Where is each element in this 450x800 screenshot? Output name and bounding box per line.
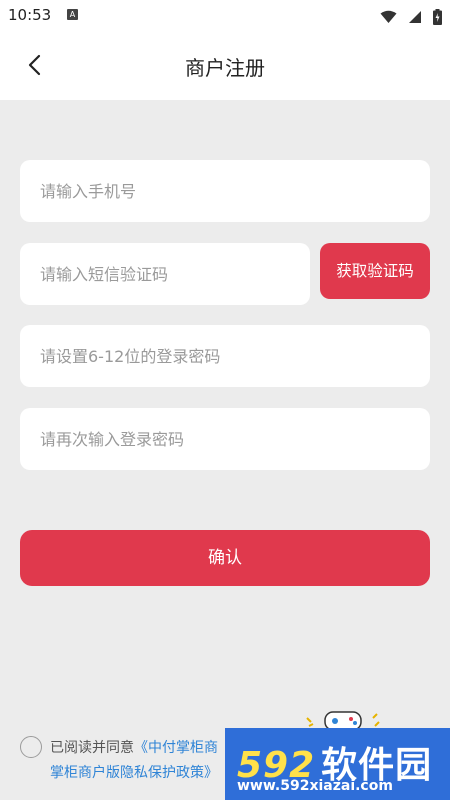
merchant-agreement-link[interactable]: 《中付掌柜商 [134,740,218,756]
site-watermark: 592 软件园 www.592xiazai.com [225,728,450,800]
phone-field[interactable] [20,160,430,222]
app-header: 商户注册 [0,30,450,100]
notification-a-icon: A [67,9,78,20]
system-icons [374,6,442,25]
status-time: 10:53 [8,6,52,24]
privacy-policy-link[interactable]: 掌柜商户版隐私保护政策》 [50,765,218,781]
phone-input[interactable] [20,160,430,222]
password-input[interactable] [20,325,430,387]
sms-code-input[interactable] [20,243,310,305]
confirm-button[interactable]: 确认 [20,530,430,586]
wifi-icon [380,10,397,23]
watermark-url: www.592xiazai.com [237,778,393,794]
battery-charging-icon [433,8,442,25]
password-field[interactable] [20,325,430,387]
page-title: 商户注册 [185,56,265,80]
agreement-radio[interactable] [20,736,42,758]
agreement-prefix: 已阅读并同意 [50,740,134,756]
confirm-password-input[interactable] [20,408,430,470]
status-bar: 10:53 A [0,0,450,30]
get-code-button[interactable]: 获取验证码 [320,243,430,299]
signal-icon [408,10,421,23]
sms-code-field[interactable] [20,243,310,305]
confirm-password-field[interactable] [20,408,430,470]
